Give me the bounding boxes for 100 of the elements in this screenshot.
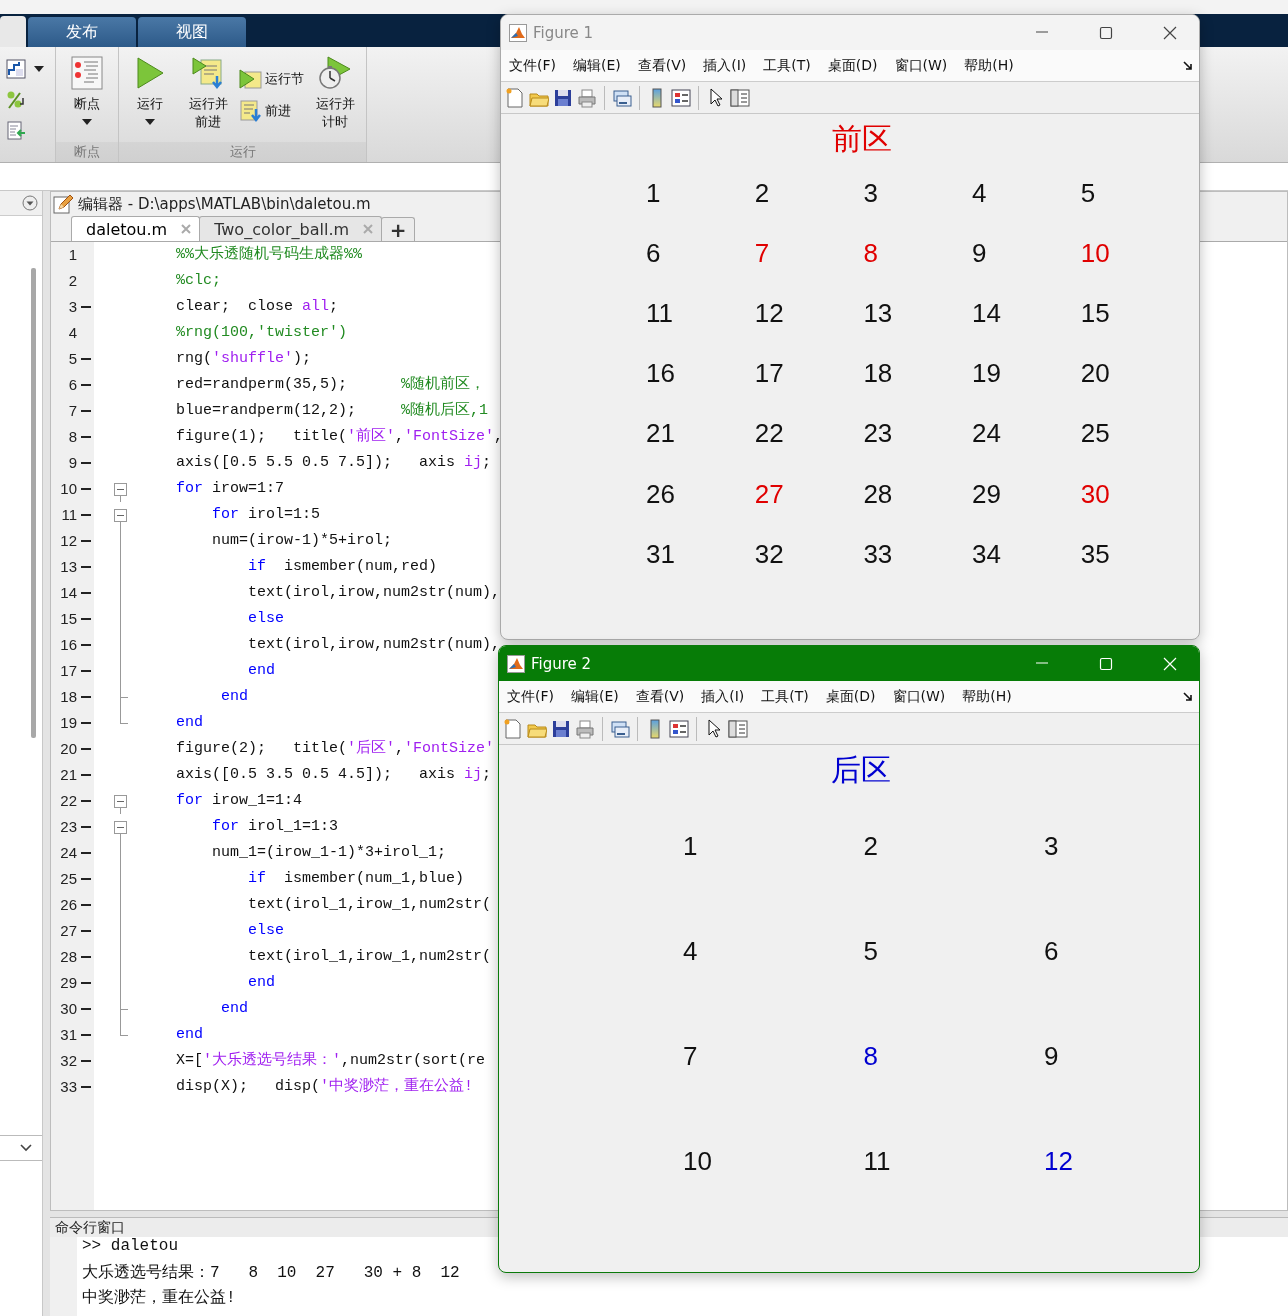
panel-icon[interactable]	[728, 718, 748, 739]
run-advance-icon[interactable]	[191, 56, 225, 90]
code-line: for irol_1=1:3	[211, 817, 339, 837]
linked-windows-icon[interactable]	[610, 718, 630, 739]
menu-item[interactable]: 插入(I)	[701, 687, 745, 706]
number-label: 5	[1080, 177, 1096, 209]
number-label: 1	[683, 831, 698, 862]
number-label: 2	[754, 177, 770, 209]
ribbon-tab[interactable]: 视图	[138, 17, 246, 47]
code-line: text(irol_1,irow_1,num2str(	[247, 895, 492, 915]
menu-item[interactable]: 编辑(E)	[573, 56, 621, 75]
number-label: 21	[646, 418, 675, 450]
plot-title: 后区	[830, 751, 892, 789]
linked-windows-icon[interactable]	[612, 87, 632, 108]
percent-icon[interactable]	[6, 89, 26, 110]
step-chart-icon[interactable]	[6, 58, 26, 79]
ribbon-button[interactable]: 运行并计时	[308, 47, 362, 142]
menu-item[interactable]: 编辑(E)	[571, 687, 619, 706]
number-label: 20	[1080, 358, 1110, 390]
menu-item[interactable]: 窗口(W)	[892, 687, 946, 706]
maximize-icon[interactable]	[1098, 655, 1114, 672]
number-label: 5	[863, 936, 878, 967]
menu-item[interactable]: 文件(F)	[509, 56, 556, 75]
run-section-icon[interactable]	[239, 67, 263, 90]
menu-item[interactable]: 插入(I)	[703, 56, 747, 75]
document-arrow-icon[interactable]	[6, 120, 26, 141]
legend-icon[interactable]	[669, 718, 689, 739]
number-label: 13	[863, 297, 893, 329]
caret-icon	[34, 65, 44, 72]
number-label: 1	[646, 177, 661, 209]
number-label: 24	[972, 418, 1001, 450]
panel-icon[interactable]	[730, 87, 750, 108]
ribbon-button[interactable]: 运行	[123, 47, 177, 142]
menu-item[interactable]: 桌面(D)	[825, 687, 876, 706]
menu-item[interactable]: 桌面(D)	[827, 56, 878, 75]
code-line: rng('shuffle');	[176, 349, 312, 369]
pencil-document-icon	[53, 194, 73, 214]
menu-item[interactable]: 帮助(H)	[962, 687, 1012, 706]
ribbon-button[interactable]: 前进	[239, 97, 304, 124]
menu-item[interactable]: 查看(V)	[637, 56, 687, 75]
number-label: 17	[754, 358, 784, 390]
save-icon[interactable]	[553, 87, 573, 108]
number-label: 7	[754, 237, 770, 269]
number-label: 2	[863, 831, 878, 862]
new-tab-button[interactable]: +	[381, 217, 416, 241]
code-line: for irol=1:5	[211, 505, 321, 525]
number-label: 32	[754, 538, 784, 570]
number-label: 9	[1044, 1041, 1059, 1072]
collapse-icon[interactable]	[114, 483, 127, 496]
menu-item[interactable]: 工具(T)	[761, 687, 809, 706]
chevron-down-icon[interactable]	[20, 1144, 32, 1152]
group-label: 运行	[119, 142, 366, 162]
close-icon[interactable]	[1162, 24, 1178, 41]
code-line: for irow=1:7	[176, 479, 285, 499]
number-label: 19	[972, 358, 1001, 390]
dock-arrow-icon[interactable]	[1183, 692, 1193, 702]
number-label: 10	[1080, 237, 1110, 269]
menu-item[interactable]: 窗口(W)	[894, 56, 948, 75]
collapse-icon[interactable]	[114, 509, 127, 522]
number-label: 3	[1044, 831, 1059, 862]
menu-item[interactable]: 工具(T)	[763, 56, 811, 75]
ribbon-button[interactable]: 断点	[60, 47, 114, 142]
ribbon-tab[interactable]: 发布	[28, 17, 136, 47]
ribbon-button[interactable]: 运行节	[239, 65, 304, 92]
menu-item[interactable]: 文件(F)	[507, 687, 554, 706]
advance-icon[interactable]	[239, 99, 263, 122]
scrollbar[interactable]	[31, 268, 36, 738]
tab-background	[0, 16, 26, 47]
plot-title: 前区	[831, 120, 893, 158]
number-label: 26	[646, 478, 675, 510]
number-label: 6	[646, 237, 661, 269]
collapse-icon[interactable]	[114, 795, 127, 808]
dropdown-circle-icon[interactable]	[22, 195, 38, 211]
number-label: 8	[863, 237, 878, 269]
stopwatch-icon[interactable]	[318, 56, 352, 90]
code-line: X=['大乐透选号结果：',num2str(sort(re	[176, 1050, 486, 1071]
ribbon-button[interactable]: 运行并前进	[181, 47, 235, 142]
save-icon[interactable]	[551, 718, 571, 739]
maximize-icon[interactable]	[1098, 24, 1114, 41]
menu-item[interactable]: 帮助(H)	[964, 56, 1014, 75]
file-tab[interactable]: daletou.m	[71, 216, 201, 241]
editor-title: 编辑器 - D:\apps\MATLAB\bin\daletou.m	[78, 194, 371, 214]
code-line: end	[247, 661, 276, 681]
number-label: 14	[972, 297, 1001, 329]
number-label: 28	[863, 478, 893, 510]
number-label: 27	[754, 478, 784, 510]
console-line: 大乐透选号结果：7 8 10 27 30 + 8 12	[82, 1263, 460, 1284]
dock-arrow-icon[interactable]	[1183, 61, 1193, 71]
number-label: 34	[972, 538, 1001, 570]
number-label: 8	[863, 1041, 878, 1072]
code-line: num=(irow-1)*5+irol;	[211, 531, 393, 551]
breakpoint-list-icon[interactable]	[71, 56, 103, 90]
legend-icon[interactable]	[671, 87, 691, 108]
play-icon[interactable]	[135, 57, 165, 89]
number-label: 29	[972, 478, 1001, 510]
number-label: 30	[1080, 478, 1110, 510]
file-tab[interactable]: Two_color_ball.m	[199, 216, 383, 241]
menu-item[interactable]: 查看(V)	[635, 687, 685, 706]
number-label: 23	[863, 418, 893, 450]
collapse-icon[interactable]	[114, 821, 127, 834]
